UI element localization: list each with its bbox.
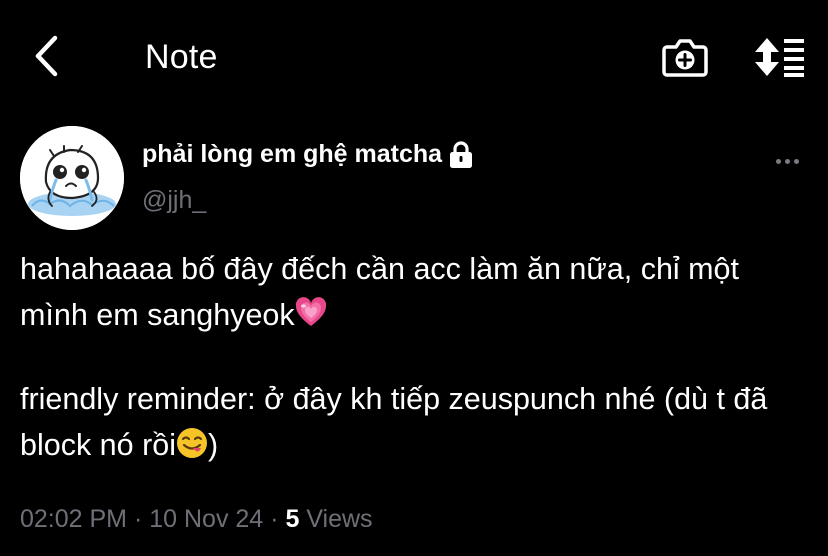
- post-time: 02:02 PM: [20, 505, 128, 533]
- more-dots-icon: [784, 158, 790, 164]
- chevron-left-icon: [35, 35, 58, 77]
- post-paragraph: hahahaaaa bố đây đếch cần acc làm ăn nữa…: [20, 246, 810, 338]
- page-title: Note: [145, 38, 218, 76]
- views-label[interactable]: Views: [306, 505, 372, 533]
- meta-separator: ·: [270, 505, 279, 533]
- avatar[interactable]: [20, 126, 124, 230]
- post-paragraph: friendly reminder: ở đây kh tiếp zeuspun…: [20, 376, 810, 468]
- display-name-text: phải lòng em ghệ matcha: [142, 140, 443, 168]
- more-options-button[interactable]: [770, 150, 804, 172]
- camera-button[interactable]: [662, 36, 708, 78]
- camera-plus-icon: [662, 39, 708, 77]
- author-display-name[interactable]: phải lòng em ghệ matcha: [142, 140, 474, 169]
- meta-separator: ·: [133, 505, 143, 533]
- back-button[interactable]: [24, 34, 68, 78]
- paragraph-text: friendly reminder: ở đây kh tiếp zeuspun…: [20, 382, 768, 462]
- sort-button[interactable]: [753, 36, 807, 78]
- views-count[interactable]: 5: [285, 505, 299, 533]
- lock-icon: [450, 140, 473, 168]
- sort-arrows-icon: [755, 38, 804, 77]
- yum-face-emoji-icon: [176, 428, 207, 458]
- paragraph-text: hahahaaaa bố đây đếch cần acc làm ăn nữa…: [20, 252, 739, 332]
- pink-heart-emoji-icon: [295, 297, 326, 326]
- crying-cartoon-avatar-icon: [20, 126, 124, 230]
- more-dots-icon: [775, 158, 781, 164]
- paragraph-suffix: ): [207, 428, 219, 462]
- top-bar: Note: [0, 0, 828, 112]
- post-text: hahahaaaa bố đây đếch cần acc làm ăn nữa…: [20, 246, 810, 468]
- more-dots-icon: [793, 158, 799, 164]
- author-handle[interactable]: @jjh_: [142, 186, 206, 215]
- post-date: 10 Nov 24: [149, 505, 264, 533]
- post-metadata: 02:02 PM · 10 Nov 24 · 5 Views: [20, 505, 373, 534]
